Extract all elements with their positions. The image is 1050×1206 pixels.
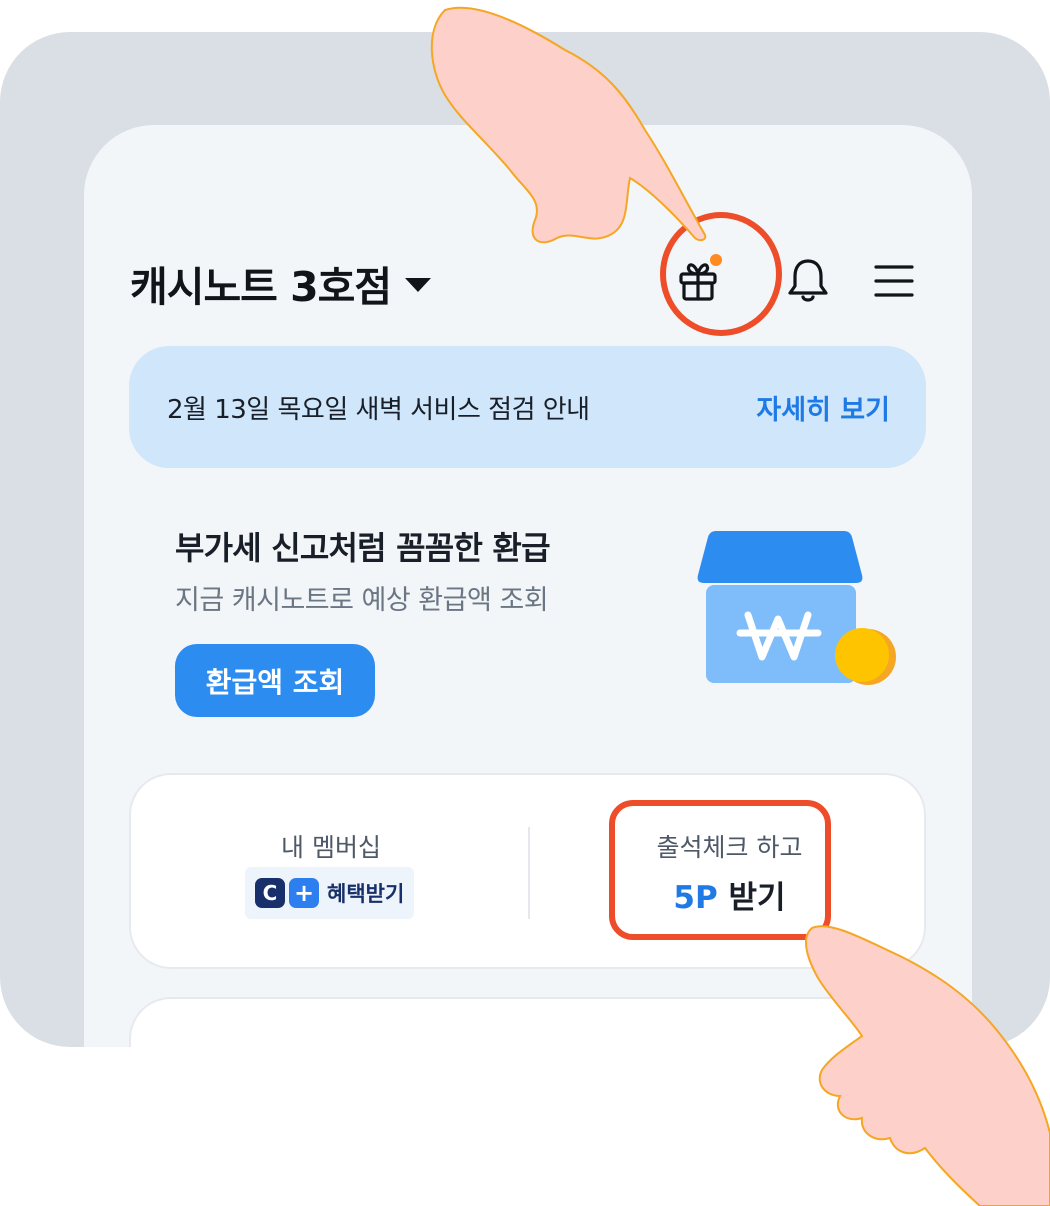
refund-inquiry-button[interactable]: 환급액 조회 — [175, 644, 375, 717]
phone-screen: 캐시노트 3호점 2월 13일 목요일 새벽 서비스 점검 안내 자세히 보기 … — [84, 125, 972, 1047]
cashnote-c-logo: C — [255, 878, 285, 908]
menu-button[interactable] — [864, 251, 924, 311]
promo-title: 부가세 신고처럼 꼼꼼한 환급 — [175, 529, 551, 567]
notification-button[interactable] — [778, 251, 838, 311]
store-name: 캐시노트 3호점 — [130, 263, 392, 311]
pointing-hand-icon — [430, 6, 707, 244]
benefit-chip[interactable]: C + 혜택받기 — [245, 867, 415, 919]
bell-icon — [788, 259, 828, 302]
benefit-chip-label: 혜택받기 — [327, 882, 405, 906]
promo-subtitle: 지금 캐시노트로 예상 환급액 조회 — [175, 585, 549, 616]
pointing-hand-icon — [804, 925, 1050, 1206]
attendance-highlight-box — [609, 800, 831, 940]
store-selector[interactable]: 캐시노트 3호점 — [130, 253, 432, 313]
service-notice-banner[interactable]: 2월 13일 목요일 새벽 서비스 점검 안내 자세히 보기 — [129, 346, 926, 468]
notice-detail-link[interactable]: 자세히 보기 — [756, 388, 890, 427]
plus-icon: + — [289, 878, 319, 908]
membership-label: 내 멤버십 — [281, 833, 381, 862]
divider — [528, 827, 530, 919]
notice-text: 2월 13일 목요일 새벽 서비스 점검 안내 — [167, 394, 590, 425]
shop-won-icon — [697, 531, 896, 685]
caret-down-icon — [405, 278, 432, 292]
menu-icon — [874, 265, 914, 297]
